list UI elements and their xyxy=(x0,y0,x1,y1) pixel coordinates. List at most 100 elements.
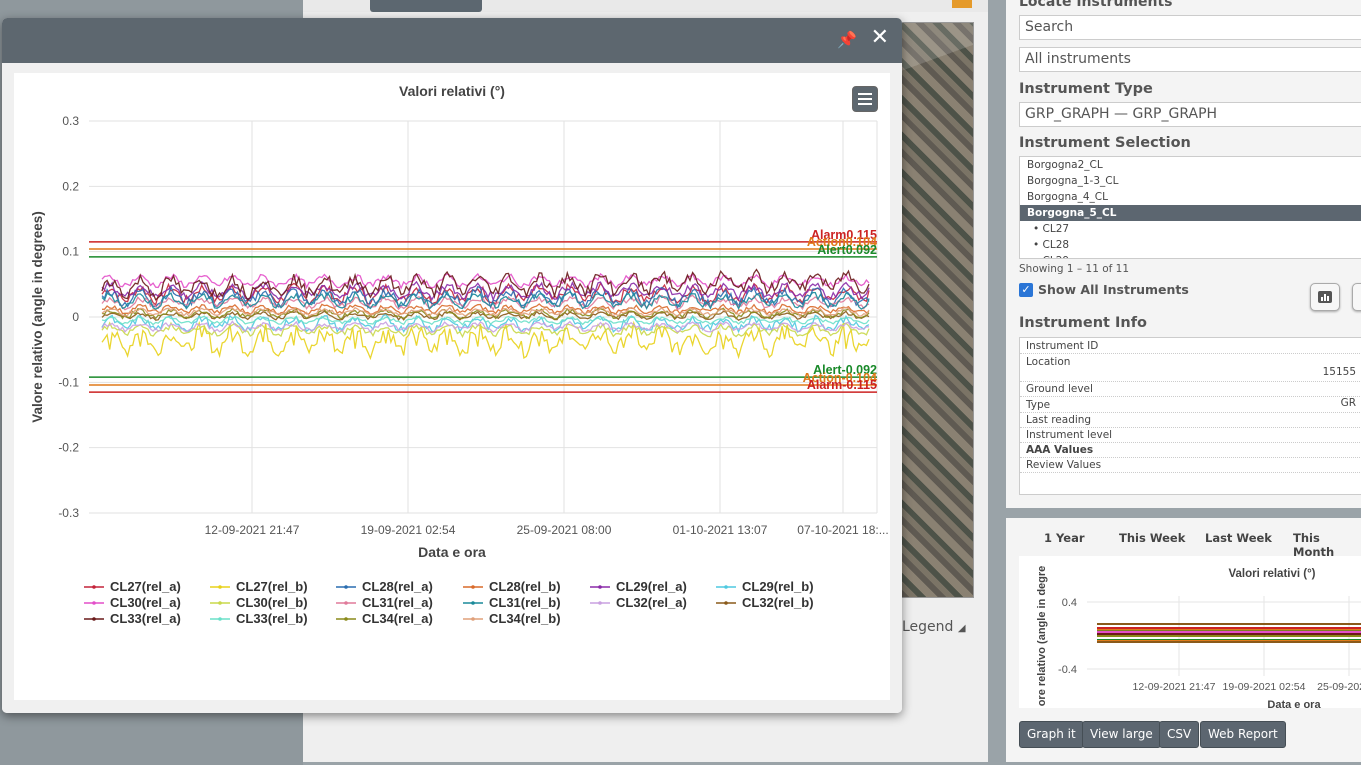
view-large-button[interactable]: View large xyxy=(1082,721,1161,748)
instrument-filter-select[interactable]: All instruments xyxy=(1019,47,1361,72)
dialog-header[interactable]: 📌 ✕ xyxy=(2,18,902,63)
info-row: Location 15155 xyxy=(1020,354,1361,382)
instrument-selection-list[interactable]: Borgogna2_CL Borgogna_1-3_CL Borgogna_4_CL… xyxy=(1019,156,1361,259)
instrument-list-item[interactable]: • CL28 xyxy=(1020,237,1361,253)
csv-button[interactable]: CSV xyxy=(1159,721,1200,748)
second-view-button[interactable] xyxy=(1352,283,1361,311)
range-tab-this-week[interactable]: This Week xyxy=(1119,531,1185,545)
mini-x-tick-label: 12-09-2021 21:47 xyxy=(1133,681,1216,693)
instrument-list-item[interactable]: • CL29 xyxy=(1020,253,1361,258)
checkbox-checked-icon[interactable]: ✓ xyxy=(1019,282,1033,297)
info-row: Review Values xyxy=(1020,458,1361,473)
legend-marker xyxy=(471,585,475,589)
info-row: Instrument ID xyxy=(1020,338,1361,354)
y-tick-label: 0.1 xyxy=(62,245,79,259)
graph-it-button[interactable]: Graph it xyxy=(1019,721,1084,748)
legend-item-label: CL31(rel_b) xyxy=(489,595,561,610)
legend-toggle-label: Legend xyxy=(902,619,954,635)
info-row: Ground level xyxy=(1020,382,1361,397)
info-row: Type GR xyxy=(1020,397,1361,413)
instrument-list-item[interactable]: Borgogna2_CL xyxy=(1020,157,1361,173)
y-tick-label: 0.2 xyxy=(62,179,79,193)
legend-item-label: CL32(rel_b) xyxy=(742,595,814,610)
info-row: Instrument level xyxy=(1020,428,1361,443)
close-icon[interactable]: ✕ xyxy=(871,27,889,49)
hamburger-line xyxy=(858,103,872,105)
web-report-button[interactable]: Web Report xyxy=(1200,721,1286,748)
legend-marker xyxy=(218,601,222,605)
show-all-instruments[interactable]: ✓ Show All Instruments xyxy=(1019,282,1189,297)
info-row-label: Instrument ID xyxy=(1026,340,1099,352)
legend-marker xyxy=(218,585,222,589)
legend-item-label: CL29(rel_b) xyxy=(742,579,814,594)
chart-menu-button[interactable] xyxy=(852,86,878,112)
info-row-value: GR xyxy=(1340,397,1356,409)
instrument-info-label: Instrument Info xyxy=(1019,315,1147,331)
legend-item-label: CL31(rel_a) xyxy=(362,595,433,610)
instrument-list-item[interactable]: Borgogna_4_CL xyxy=(1020,189,1361,205)
x-tick-label: 07-10-2021 18:... xyxy=(797,523,888,537)
y-axis-label: Valore relativo (angle in degrees) xyxy=(30,211,45,423)
toolbar-tab[interactable] xyxy=(370,0,482,12)
locate-title: Locate Instruments xyxy=(1019,0,1173,10)
instrument-list-item[interactable]: Borgogna_5_CL xyxy=(1020,205,1361,221)
satellite-map-image[interactable] xyxy=(900,22,974,598)
showing-count: Showing 1 – 11 of 11 xyxy=(1019,263,1130,275)
x-tick-label: 25-09-2021 08:00 xyxy=(517,523,612,537)
bar-chart-icon xyxy=(1318,291,1332,303)
show-all-label: Show All Instruments xyxy=(1038,282,1189,297)
pin-icon[interactable]: 📌 xyxy=(837,30,857,49)
legend-marker xyxy=(344,601,348,605)
info-row-label: Review Values xyxy=(1026,459,1102,471)
hamburger-line xyxy=(858,98,872,100)
mini-y-tick-label: 0.4 xyxy=(1062,597,1077,609)
range-tab-this-month[interactable]: This Month xyxy=(1293,531,1361,559)
threshold-label: Alarm-0.115 xyxy=(807,378,877,392)
legend-marker xyxy=(344,617,348,621)
info-row-label: AAA Values xyxy=(1026,444,1094,456)
mini-x-axis-label: Data e ora xyxy=(1267,699,1321,708)
legend-item-label: CL30(rel_b) xyxy=(236,595,308,610)
instrument-list-item[interactable]: • CL27 xyxy=(1020,221,1361,237)
legend-marker xyxy=(218,617,222,621)
mini-y-tick-label: -0.4 xyxy=(1058,664,1077,676)
threshold-label: Alert0.092 xyxy=(817,243,877,257)
legend-marker xyxy=(598,601,602,605)
legend-marker xyxy=(598,585,602,589)
main-chart-area[interactable]: Valori relativi (°) 0.3 0.2 0.1 0 -0.1 -0.2 -0.… xyxy=(14,73,890,700)
info-row-label: Type xyxy=(1026,399,1051,411)
legend-item-label: CL30(rel_a) xyxy=(110,595,181,610)
legend-marker xyxy=(471,617,475,621)
legend-marker xyxy=(92,585,96,589)
instrument-list-item[interactable]: Borgogna_1-3_CL xyxy=(1020,173,1361,189)
legend-toggle[interactable]: Legend ◢ xyxy=(902,619,966,635)
chart-view-button[interactable] xyxy=(1310,283,1340,311)
instrument-type-select[interactable]: GRP_GRAPH — GRP_GRAPH xyxy=(1019,102,1361,127)
legend-marker xyxy=(92,617,96,621)
legend-item-label: CL28(rel_a) xyxy=(362,579,433,594)
legend-marker xyxy=(471,601,475,605)
legend-item-label: CL33(rel_b) xyxy=(236,611,308,626)
x-axis-label: Data e ora xyxy=(418,544,486,560)
legend-item-label: CL33(rel_a) xyxy=(110,611,181,626)
mini-y-axis-label: ore relativo (angle in degre xyxy=(1036,566,1048,707)
hamburger-line xyxy=(858,93,872,95)
legend-item-label: CL34(rel_a) xyxy=(362,611,433,626)
info-row: Last reading xyxy=(1020,413,1361,428)
range-tab-last-week[interactable]: Last Week xyxy=(1205,531,1272,545)
search-input[interactable]: Search xyxy=(1019,15,1361,40)
info-row: AAA Values xyxy=(1020,443,1361,458)
info-row-label: Location xyxy=(1026,356,1071,368)
legend-item-label: CL29(rel_a) xyxy=(616,579,687,594)
legend-item-label: CL27(rel_a) xyxy=(110,579,181,594)
info-row-label: Instrument level xyxy=(1026,429,1113,441)
filter-value: All instruments xyxy=(1025,51,1131,67)
mini-chart[interactable]: Valori relativi (°) 0.4 -0.4 12-09-2021 21:… xyxy=(1019,556,1361,711)
range-tab-1-year[interactable]: 1 Year xyxy=(1044,531,1085,545)
legend-item-label: CL34(rel_b) xyxy=(489,611,561,626)
x-tick-label: 12-09-2021 21:47 xyxy=(205,523,300,537)
legend-item-label: CL27(rel_b) xyxy=(236,579,308,594)
y-tick-label: -0.3 xyxy=(58,506,79,520)
x-tick-label: 19-09-2021 02:54 xyxy=(361,523,456,537)
y-tick-label: -0.2 xyxy=(58,441,79,455)
